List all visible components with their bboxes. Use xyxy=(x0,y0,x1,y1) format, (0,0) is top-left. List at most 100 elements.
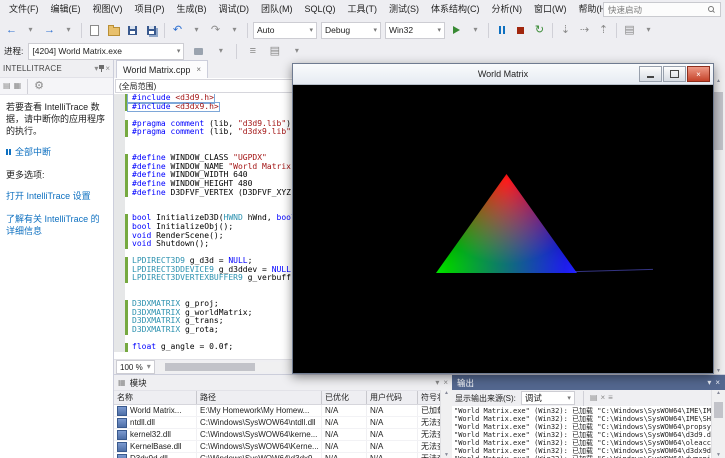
open-intellitrace-settings-link[interactable]: 打开 IntelliTrace 设置 xyxy=(6,190,107,202)
chevron-down-icon[interactable]: ▾ xyxy=(435,379,439,387)
minimize-button[interactable] xyxy=(639,66,662,82)
tab-close-icon[interactable]: × xyxy=(196,65,201,74)
save-button[interactable] xyxy=(123,21,142,39)
navigate-back-icon[interactable]: ← xyxy=(2,21,21,39)
menu-item[interactable]: 文件(F) xyxy=(3,0,45,18)
app-title-bar[interactable]: World Matrix × xyxy=(293,64,713,85)
redo-caret-icon[interactable]: ▾ xyxy=(225,21,244,39)
module-row[interactable]: World Matrix...E:\My Homework\My Homew..… xyxy=(114,405,452,417)
break-all-link[interactable]: 全部中断 xyxy=(15,146,51,158)
list-icon[interactable]: ▤ xyxy=(620,21,639,39)
navigate-forward-caret-icon[interactable]: ▾ xyxy=(59,21,78,39)
learn-more-link[interactable]: 了解有关 IntelliTrace 的详细信息 xyxy=(6,213,107,237)
lifecycle-events-button[interactable] xyxy=(189,42,208,60)
breakpoint-margin xyxy=(114,103,125,112)
undo-caret-icon[interactable]: ▾ xyxy=(187,21,206,39)
zoom-combo[interactable]: 100 % ▾ xyxy=(116,360,155,374)
menu-item[interactable]: 工具(T) xyxy=(342,0,384,18)
pin-icon[interactable] xyxy=(98,65,105,73)
continue-button[interactable] xyxy=(447,21,466,39)
new-file-button[interactable] xyxy=(85,21,104,39)
maximize-button[interactable] xyxy=(663,66,686,82)
undo-icon[interactable]: ↶ xyxy=(168,21,187,39)
restart-icon[interactable]: ↻ xyxy=(530,21,549,39)
close-icon[interactable]: × xyxy=(715,379,720,387)
break-all-button[interactable] xyxy=(492,21,511,39)
quick-launch-box[interactable]: 快速启动 xyxy=(603,2,721,17)
lifecycle-caret-icon[interactable]: ▾ xyxy=(211,42,230,60)
output-source-combo[interactable]: 调试 ▾ xyxy=(521,391,575,405)
output-line[interactable]: "World Matrix.exe" (Win32): 已加载 "C:\Wind… xyxy=(454,415,710,423)
scroll-up-icon[interactable]: ▲ xyxy=(716,390,721,396)
auto-combo[interactable]: Auto▾ xyxy=(253,22,317,39)
output-log[interactable]: "World Matrix.exe" (Win32): 已加载 "C:\Wind… xyxy=(452,406,712,458)
toolbar-options-caret-icon[interactable]: ▾ xyxy=(639,21,658,39)
output-line[interactable]: "World Matrix.exe" (Win32): 已加载 "C:\Wind… xyxy=(454,439,710,447)
scroll-up-icon[interactable]: ▲ xyxy=(716,78,721,84)
tab-world-matrix-cpp[interactable]: World Matrix.cpp × xyxy=(116,60,208,78)
output-scrollbar[interactable]: ▲ ▼ xyxy=(711,390,725,458)
scrollbar-thumb[interactable] xyxy=(714,402,723,418)
scrollbar-thumb[interactable] xyxy=(165,363,255,371)
output-line[interactable]: "World Matrix.exe" (Win32): 已加载 "C:\Wind… xyxy=(454,447,710,455)
menu-item[interactable]: 体系结构(C) xyxy=(425,0,486,18)
module-row[interactable]: ntdll.dllC:\Windows\SysWOW64\ntdll.dllN/… xyxy=(114,417,452,429)
thread-list-icon[interactable]: ≡ xyxy=(243,42,262,60)
messages-icon[interactable]: ▤ xyxy=(590,394,598,402)
gear-icon[interactable]: ⚙ xyxy=(34,81,44,92)
close-icon[interactable]: × xyxy=(105,65,110,73)
scroll-up-icon[interactable]: ▲ xyxy=(444,390,449,396)
menu-item[interactable]: 分析(N) xyxy=(486,0,529,18)
menu-item[interactable]: 窗口(W) xyxy=(528,0,573,18)
world-matrix-window[interactable]: World Matrix × xyxy=(292,63,714,374)
navigate-back-caret-icon[interactable]: ▾ xyxy=(21,21,40,39)
menu-item[interactable]: 项目(P) xyxy=(129,0,171,18)
menu-item[interactable]: 团队(M) xyxy=(255,0,299,18)
intellitrace-title-bar[interactable]: INTELLITRACE ▾ × xyxy=(0,60,113,78)
navigate-forward-icon[interactable]: → xyxy=(40,21,59,39)
module-column-header[interactable]: 名称 xyxy=(114,391,197,404)
module-row[interactable]: KernelBase.dllC:\Windows\SysWOW64\Kerne.… xyxy=(114,441,452,453)
scrollbar-thumb[interactable] xyxy=(714,92,723,150)
chevron-down-icon[interactable]: ▾ xyxy=(707,379,711,387)
menu-item[interactable]: 生成(B) xyxy=(171,0,213,18)
output-title-bar[interactable]: 输出 ▾ × xyxy=(452,375,725,390)
open-file-button[interactable] xyxy=(104,21,123,39)
step-out-icon[interactable]: ⇡ xyxy=(594,21,613,39)
platform-combo[interactable]: Win32▾ xyxy=(385,22,445,39)
module-row[interactable]: kernel32.dllC:\Windows\SysWOW64\kerne...… xyxy=(114,429,452,441)
menu-item[interactable]: SQL(Q) xyxy=(299,0,342,18)
output-line[interactable]: "World Matrix.exe" (Win32): 已加载 "C:\Wind… xyxy=(454,407,710,415)
close-button[interactable]: × xyxy=(687,66,710,82)
module-column-header[interactable]: 路径 xyxy=(197,391,322,404)
menu-item[interactable]: 视图(V) xyxy=(87,0,129,18)
solution-config-combo[interactable]: Debug▾ xyxy=(321,22,381,39)
module-cell: N/A xyxy=(367,453,418,458)
close-icon[interactable]: × xyxy=(443,379,448,387)
step-into-icon[interactable]: ⇣ xyxy=(556,21,575,39)
word-wrap-icon[interactable]: ≡ xyxy=(608,394,613,402)
redo-icon[interactable]: ↷ xyxy=(206,21,225,39)
output-line[interactable]: "World Matrix.exe" (Win32): 已加载 "C:\Wind… xyxy=(454,423,710,431)
stack-frame-icon[interactable]: ▤ xyxy=(265,42,284,60)
menu-item[interactable]: 调试(D) xyxy=(213,0,256,18)
continue-caret-icon[interactable]: ▾ xyxy=(466,21,485,39)
step-over-icon[interactable]: ⇢ xyxy=(575,21,594,39)
modules-title-bar[interactable]: ▦ 模块 ▾ × xyxy=(114,375,452,391)
modules-scrollbar[interactable]: ▲ ▼ xyxy=(440,390,452,458)
frame-caret-icon[interactable]: ▾ xyxy=(287,42,306,60)
module-column-header[interactable]: 用户代码 xyxy=(367,391,418,404)
scroll-down-icon[interactable]: ▼ xyxy=(444,452,449,458)
calls-view-icon[interactable]: ▦ xyxy=(14,82,22,90)
output-line[interactable]: "World Matrix.exe" (Win32): 已加载 "C:\Wind… xyxy=(454,431,710,439)
stop-debugging-button[interactable] xyxy=(511,21,530,39)
menu-item[interactable]: 测试(S) xyxy=(383,0,425,18)
module-row[interactable]: D3dx9d.dllC:\Windows\SysWOW64\d3dx9...N/… xyxy=(114,453,452,458)
save-all-button[interactable] xyxy=(142,21,161,39)
clear-all-icon[interactable]: × xyxy=(600,394,605,402)
module-column-header[interactable]: 已优化 xyxy=(322,391,367,404)
process-combo[interactable]: [4204] World Matrix.exe▾ xyxy=(28,43,184,60)
events-view-icon[interactable]: ▤ xyxy=(3,82,11,90)
scroll-down-icon[interactable]: ▼ xyxy=(716,452,721,458)
menu-item[interactable]: 编辑(E) xyxy=(45,0,87,18)
